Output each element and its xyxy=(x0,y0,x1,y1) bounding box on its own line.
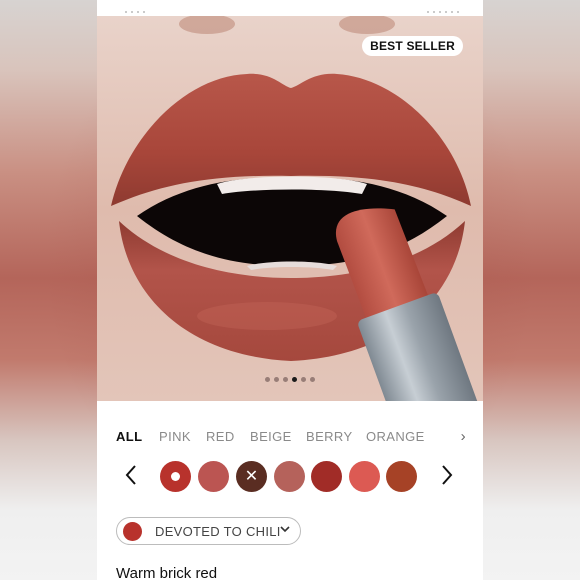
shade-swatch[interactable] xyxy=(311,461,342,492)
shade-swatch-unavailable[interactable]: ✕ xyxy=(236,461,267,492)
shade-swatch[interactable] xyxy=(274,461,305,492)
filter-berry[interactable]: BERRY xyxy=(306,429,353,444)
product-image-lips xyxy=(97,16,483,401)
shade-dropdown[interactable]: DEVOTED TO CHILI xyxy=(116,517,301,545)
filter-orange[interactable]: ORANGE xyxy=(366,429,425,444)
filter-red[interactable]: RED xyxy=(206,429,235,444)
shade-swatch[interactable] xyxy=(160,461,191,492)
carousel-dot[interactable] xyxy=(265,377,270,382)
filter-pink[interactable]: PINK xyxy=(159,429,191,444)
carousel-dot[interactable] xyxy=(292,377,297,382)
close-icon: ✕ xyxy=(244,468,259,485)
carousel-dot[interactable] xyxy=(310,377,315,382)
carousel-indicator[interactable] xyxy=(97,377,483,382)
shade-family-filters: ALL PINK RED BEIGE BERRY ORANGE › xyxy=(116,428,466,445)
shade-name: DEVOTED TO CHILI xyxy=(155,524,281,539)
filter-all[interactable]: ALL xyxy=(116,429,142,444)
shade-swatch[interactable] xyxy=(198,461,229,492)
carousel-dot[interactable] xyxy=(301,377,306,382)
chevron-left-icon[interactable] xyxy=(121,464,141,490)
product-image-carousel[interactable]: BEST SELLER xyxy=(97,16,483,401)
filter-beige[interactable]: BEIGE xyxy=(250,429,292,444)
carousel-dot[interactable] xyxy=(274,377,279,382)
shade-color-dot xyxy=(123,522,142,541)
shade-swatch[interactable] xyxy=(349,461,380,492)
best-seller-badge: BEST SELLER xyxy=(362,36,463,56)
chevron-down-icon xyxy=(280,522,290,539)
top-bar xyxy=(97,0,483,16)
chevron-right-icon[interactable]: › xyxy=(461,428,466,445)
carousel-dot[interactable] xyxy=(283,377,288,382)
chevron-right-icon[interactable] xyxy=(437,464,457,490)
shade-description: Warm brick red xyxy=(116,565,218,580)
top-bar-right-edge xyxy=(373,0,463,13)
product-screen: BEST SELLER ALL PINK RED BEIGE BERRY ORA… xyxy=(97,0,483,580)
shade-swatch-row: ✕ xyxy=(97,459,483,495)
shade-swatch[interactable] xyxy=(386,461,417,492)
top-bar-left-edge xyxy=(125,0,165,13)
